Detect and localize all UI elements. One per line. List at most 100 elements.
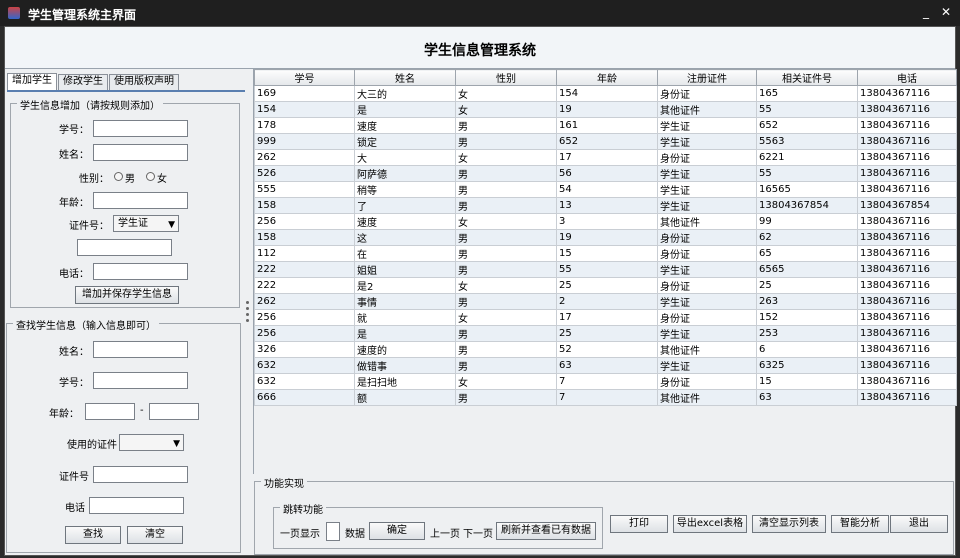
cell-cert-type[interactable]: 学生证: [657, 133, 757, 150]
search-button[interactable]: 查找: [65, 526, 121, 544]
cell-gender[interactable]: 男: [455, 293, 557, 310]
add-save-button[interactable]: 增加并保存学生信息: [75, 286, 179, 304]
cell-name[interactable]: 是: [354, 325, 456, 342]
close-button[interactable]: ✕: [938, 4, 954, 20]
cell-gender[interactable]: 男: [455, 325, 557, 342]
cell-phone[interactable]: 13804367116: [857, 309, 957, 326]
table-row[interactable]: 178 速度男 161 学生证 652 13804367116: [254, 117, 957, 134]
cell-cert-number[interactable]: 99: [756, 213, 858, 230]
cell-cert-type[interactable]: 身份证: [657, 149, 757, 166]
table-row[interactable]: 222 姐姐男 55 学生证 6565 13804367116: [254, 261, 957, 278]
cell-id[interactable]: 999: [254, 133, 355, 150]
cell-age[interactable]: 3: [556, 213, 658, 230]
cell-name[interactable]: 额: [354, 389, 456, 406]
add-phone-input[interactable]: [93, 263, 188, 280]
clear-search-button[interactable]: 清空: [127, 526, 183, 544]
cell-id[interactable]: 326: [254, 341, 355, 358]
cell-cert-number[interactable]: 13804367854: [756, 197, 858, 214]
search-cert-number-input[interactable]: [93, 466, 188, 483]
cell-cert-number[interactable]: 165: [756, 85, 858, 102]
cell-cert-number[interactable]: 65: [756, 245, 858, 262]
cell-age[interactable]: 63: [556, 357, 658, 374]
cell-id[interactable]: 222: [254, 277, 355, 294]
cell-name[interactable]: 就: [354, 309, 456, 326]
cell-age[interactable]: 13: [556, 197, 658, 214]
cell-gender[interactable]: 女: [455, 213, 557, 230]
cell-cert-type[interactable]: 学生证: [657, 165, 757, 182]
cell-name[interactable]: 是2: [354, 277, 456, 294]
cell-phone[interactable]: 13804367116: [857, 293, 957, 310]
cell-phone[interactable]: 13804367116: [857, 341, 957, 358]
cell-cert-type[interactable]: 身份证: [657, 373, 757, 390]
tab-add-student[interactable]: 增加学生: [7, 73, 57, 90]
cell-id[interactable]: 178: [254, 117, 355, 134]
cell-cert-type[interactable]: 学生证: [657, 117, 757, 134]
search-phone-input[interactable]: [89, 497, 184, 514]
cell-id[interactable]: 526: [254, 165, 355, 182]
clear-list-button[interactable]: 清空显示列表: [752, 515, 826, 533]
cell-cert-number[interactable]: 6565: [756, 261, 858, 278]
cell-cert-number[interactable]: 5563: [756, 133, 858, 150]
cell-phone[interactable]: 13804367116: [857, 181, 957, 198]
cell-gender[interactable]: 男: [455, 229, 557, 246]
cell-age[interactable]: 55: [556, 261, 658, 278]
cell-name[interactable]: 阿萨德: [354, 165, 456, 182]
cell-phone[interactable]: 13804367116: [857, 245, 957, 262]
cell-age[interactable]: 19: [556, 101, 658, 118]
column-header-cert-number[interactable]: 相关证件号: [756, 69, 858, 86]
cell-cert-type[interactable]: 身份证: [657, 229, 757, 246]
cell-id[interactable]: 256: [254, 309, 355, 326]
cell-cert-number[interactable]: 16565: [756, 181, 858, 198]
cell-cert-type[interactable]: 身份证: [657, 85, 757, 102]
cell-phone[interactable]: 13804367116: [857, 85, 957, 102]
cell-id[interactable]: 632: [254, 373, 355, 390]
table-row[interactable]: 256 就女 17 身份证 152 13804367116: [254, 309, 957, 326]
cell-gender[interactable]: 男: [455, 197, 557, 214]
cell-cert-number[interactable]: 55: [756, 165, 858, 182]
cell-phone[interactable]: 13804367116: [857, 389, 957, 406]
table-row[interactable]: 632 做错事男 63 学生证 6325 13804367116: [254, 357, 957, 374]
add-age-input[interactable]: [93, 192, 188, 209]
cell-age[interactable]: 19: [556, 229, 658, 246]
cell-gender[interactable]: 男: [455, 117, 557, 134]
cell-cert-number[interactable]: 63: [756, 389, 858, 406]
add-id-input[interactable]: [93, 120, 188, 137]
splitter-handle[interactable]: [245, 295, 251, 331]
male-radio[interactable]: [114, 172, 123, 181]
cell-name[interactable]: 速度的: [354, 341, 456, 358]
cell-cert-type[interactable]: 其他证件: [657, 341, 757, 358]
column-header-id[interactable]: 学号: [254, 69, 355, 86]
search-name-input[interactable]: [93, 341, 188, 358]
cell-cert-type[interactable]: 身份证: [657, 309, 757, 326]
search-id-input[interactable]: [93, 372, 188, 389]
cert-type-select[interactable]: 学生证 ▼: [113, 215, 179, 232]
column-header-cert-type[interactable]: 注册证件: [657, 69, 757, 86]
minimize-button[interactable]: _: [918, 4, 934, 20]
cell-name[interactable]: 大三的: [354, 85, 456, 102]
cell-gender[interactable]: 女: [455, 101, 557, 118]
cell-gender[interactable]: 男: [455, 133, 557, 150]
cell-gender[interactable]: 女: [455, 373, 557, 390]
add-name-input[interactable]: [93, 144, 188, 161]
cell-cert-type[interactable]: 学生证: [657, 181, 757, 198]
per-page-input[interactable]: [326, 522, 340, 541]
cell-phone[interactable]: 13804367116: [857, 213, 957, 230]
cell-age[interactable]: 154: [556, 85, 658, 102]
table-row[interactable]: 262 大女 17 身份证 6221 13804367116: [254, 149, 957, 166]
column-header-age[interactable]: 年龄: [556, 69, 658, 86]
cell-id[interactable]: 256: [254, 325, 355, 342]
cell-cert-type[interactable]: 学生证: [657, 325, 757, 342]
cell-gender[interactable]: 男: [455, 261, 557, 278]
cell-id[interactable]: 666: [254, 389, 355, 406]
cell-age[interactable]: 17: [556, 309, 658, 326]
cell-age[interactable]: 25: [556, 325, 658, 342]
cell-cert-type[interactable]: 其他证件: [657, 389, 757, 406]
cell-phone[interactable]: 13804367116: [857, 229, 957, 246]
column-header-gender[interactable]: 性别: [455, 69, 557, 86]
cell-age[interactable]: 2: [556, 293, 658, 310]
table-row[interactable]: 555 稍等男 54 学生证 16565 13804367116: [254, 181, 957, 198]
cell-id[interactable]: 262: [254, 149, 355, 166]
cell-gender[interactable]: 女: [455, 277, 557, 294]
cell-gender[interactable]: 男: [455, 357, 557, 374]
exit-button[interactable]: 退出: [890, 515, 948, 533]
